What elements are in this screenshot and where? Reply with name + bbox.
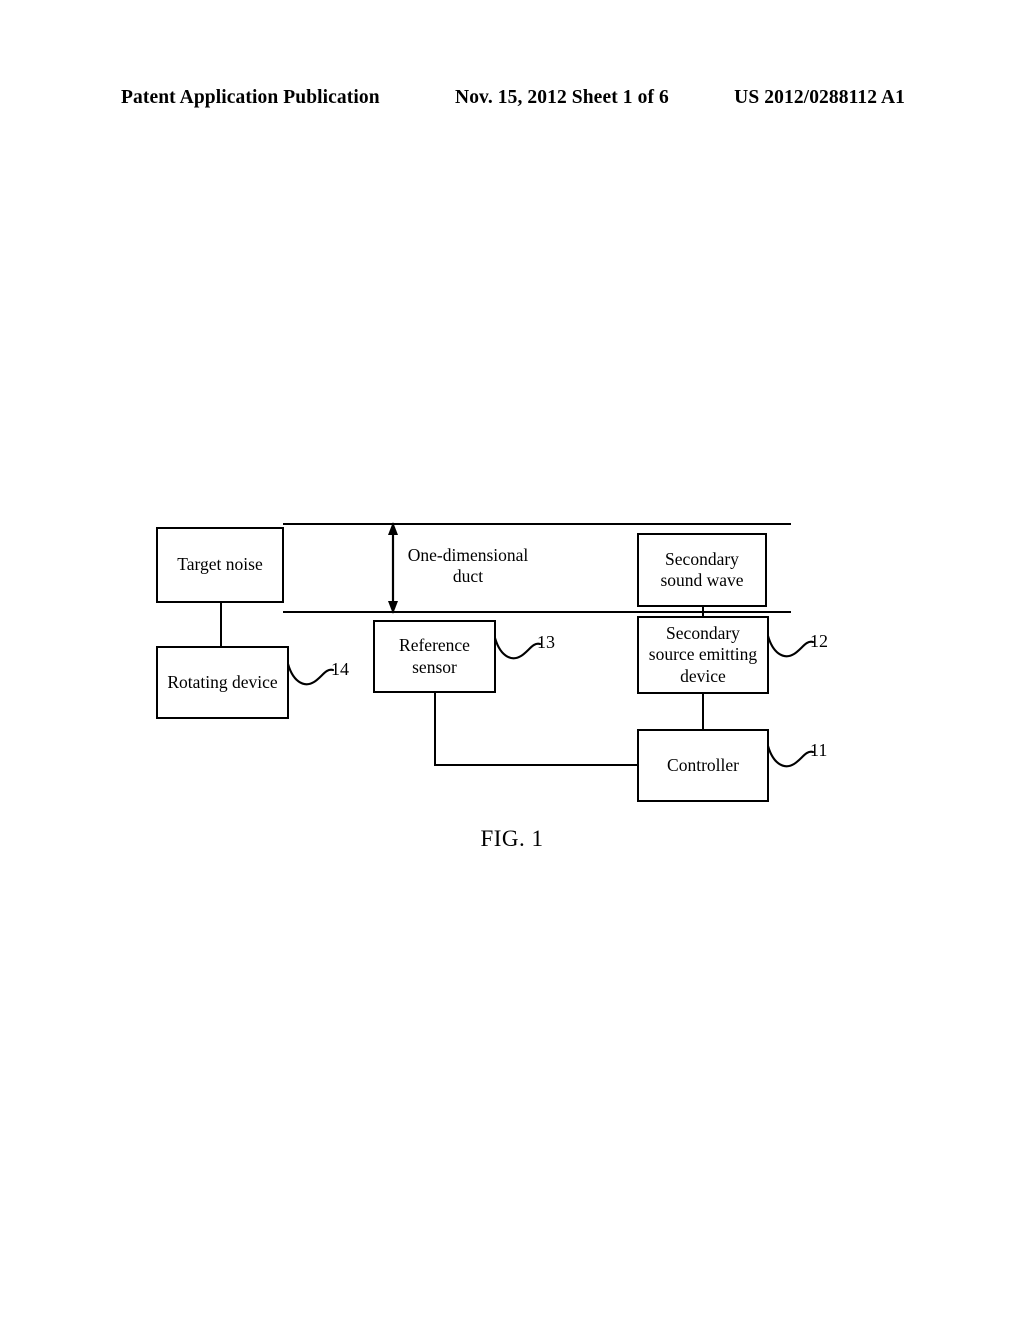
block-secondary-source-emitting-device: Secondary source emitting device: [637, 616, 769, 694]
reference-numeral-13: 13: [537, 632, 555, 652]
duct-label-line-2: duct: [452, 566, 484, 586]
figure-1-diagram: One-dimensional duct Target noise Rotati…: [0, 0, 1024, 1320]
duct-wall-top-line: [283, 523, 791, 525]
block-controller: Controller: [637, 729, 769, 802]
duct-wall-bottom-line: [283, 611, 791, 613]
figure-caption: FIG. 1: [480, 826, 544, 851]
block-secondary-sound-wave-label-line-2: sound wave: [660, 570, 744, 590]
duct-label: One-dimensional duct: [398, 545, 538, 587]
block-reference-sensor-label-line-1: Reference: [399, 635, 470, 656]
block-secondary-sound-wave: Secondary sound wave: [637, 533, 767, 607]
block-secondary-source-label-line-2: source emitting: [648, 644, 758, 665]
block-secondary-source-label-line-3: device: [680, 665, 726, 686]
reference-numeral-11: 11: [810, 740, 828, 760]
block-controller-label: Controller: [667, 754, 739, 775]
connector-reference-sensor-to-controller: [434, 764, 639, 766]
block-rotating-device: Rotating device: [156, 646, 289, 719]
block-rotating-device-label: Rotating device: [167, 671, 278, 692]
block-secondary-source-label-line-1: Secondary: [666, 622, 740, 643]
connector-reference-sensor-vertical: [434, 691, 436, 766]
block-secondary-sound-wave-label-line-1: Secondary: [665, 548, 739, 569]
block-target-noise-label: Target noise: [177, 554, 263, 575]
connector-source-device-to-controller: [702, 692, 704, 731]
reference-numeral-14: 14: [331, 659, 349, 679]
connector-target-noise-to-rotating-device: [220, 601, 222, 648]
block-target-noise: Target noise: [156, 527, 284, 603]
reference-numeral-12: 12: [810, 631, 828, 651]
duct-label-line-1: One-dimensional: [407, 545, 529, 565]
block-reference-sensor: Reference sensor: [373, 620, 496, 693]
block-reference-sensor-label-line-2: sensor: [412, 656, 457, 677]
duct-dimension-arrow-icon: [388, 522, 398, 614]
